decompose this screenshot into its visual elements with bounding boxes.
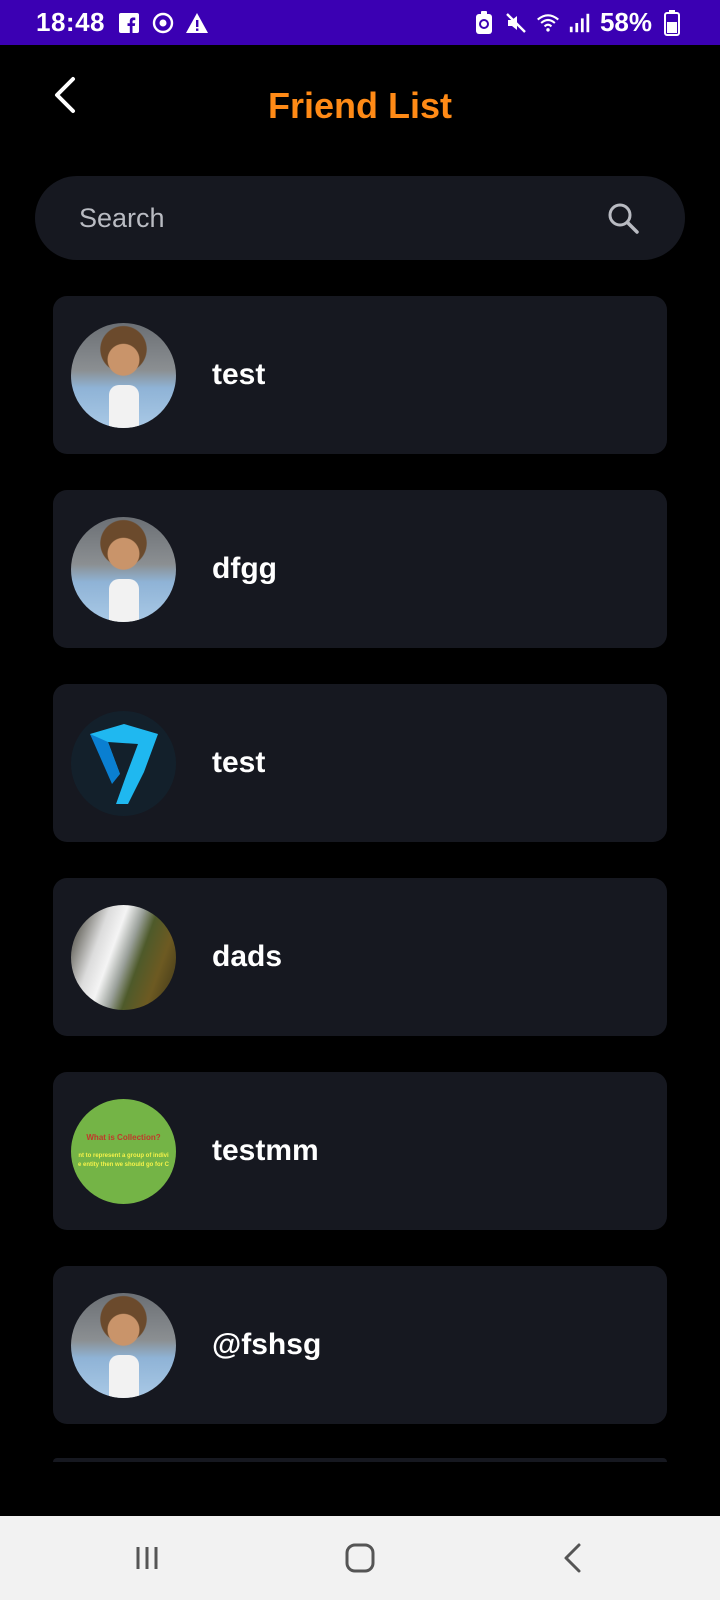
friend-name: test (212, 358, 266, 391)
search-placeholder: Search (79, 202, 165, 233)
search-input[interactable]: Search (35, 176, 685, 260)
friend-name: dads (212, 940, 283, 973)
status-time: 18:48 (36, 7, 105, 37)
friend-list-item[interactable]: @fshsg (53, 1266, 667, 1424)
logo-icon (89, 724, 158, 804)
friend-list-item[interactable]: test (53, 684, 667, 842)
back-icon (564, 1543, 581, 1573)
wifi-icon (536, 11, 560, 35)
friend-name: testmm (212, 1134, 319, 1167)
avatar (71, 710, 176, 816)
avatar (71, 904, 176, 1010)
system-back-button[interactable] (543, 1528, 603, 1588)
facebook-icon (117, 11, 141, 35)
avatar (71, 1292, 176, 1398)
system-nav-bar (0, 1516, 720, 1600)
signal-icon (568, 11, 592, 35)
recent-apps-button[interactable] (117, 1528, 177, 1588)
search-icon[interactable] (605, 200, 641, 236)
friend-list-item-partial[interactable] (53, 1458, 667, 1462)
battery-icon (660, 9, 684, 36)
friend-list-item[interactable]: test (53, 296, 667, 454)
recent-apps-icon (136, 1547, 158, 1569)
avatar-slide-text: e entity then we should go for C (77, 1161, 169, 1168)
friend-name: dfgg (212, 552, 277, 585)
header: Friend List (0, 45, 720, 165)
friend-list-item[interactable]: dads (53, 878, 667, 1036)
friend-list-item[interactable]: What is Collection? nt to represent a gr… (53, 1072, 667, 1230)
system-icons: 58% (472, 7, 684, 38)
battery-percentage: 58% (599, 7, 652, 37)
avatar (71, 516, 176, 622)
status-bar: 18:48 58% (0, 0, 720, 45)
friend-list-item[interactable]: dfgg (53, 490, 667, 648)
home-button[interactable] (330, 1528, 390, 1588)
avatar-slide-text: nt to represent a group of indivi (78, 1152, 169, 1159)
friend-list: test dfgg test dads What is Collection? … (53, 296, 667, 1460)
home-icon (345, 1543, 375, 1573)
friend-name: test (212, 746, 266, 779)
sync-icon (151, 11, 175, 35)
mute-icon (504, 11, 528, 35)
avatar: What is Collection? nt to represent a gr… (71, 1098, 176, 1204)
avatar (71, 322, 176, 428)
notification-icons (117, 11, 209, 35)
page-title: Friend List (267, 85, 452, 126)
friend-name: @fshsg (212, 1328, 322, 1361)
warning-icon (185, 11, 209, 35)
battery-saver-icon (472, 10, 496, 35)
avatar-slide-title: What is Collection? (86, 1132, 161, 1142)
